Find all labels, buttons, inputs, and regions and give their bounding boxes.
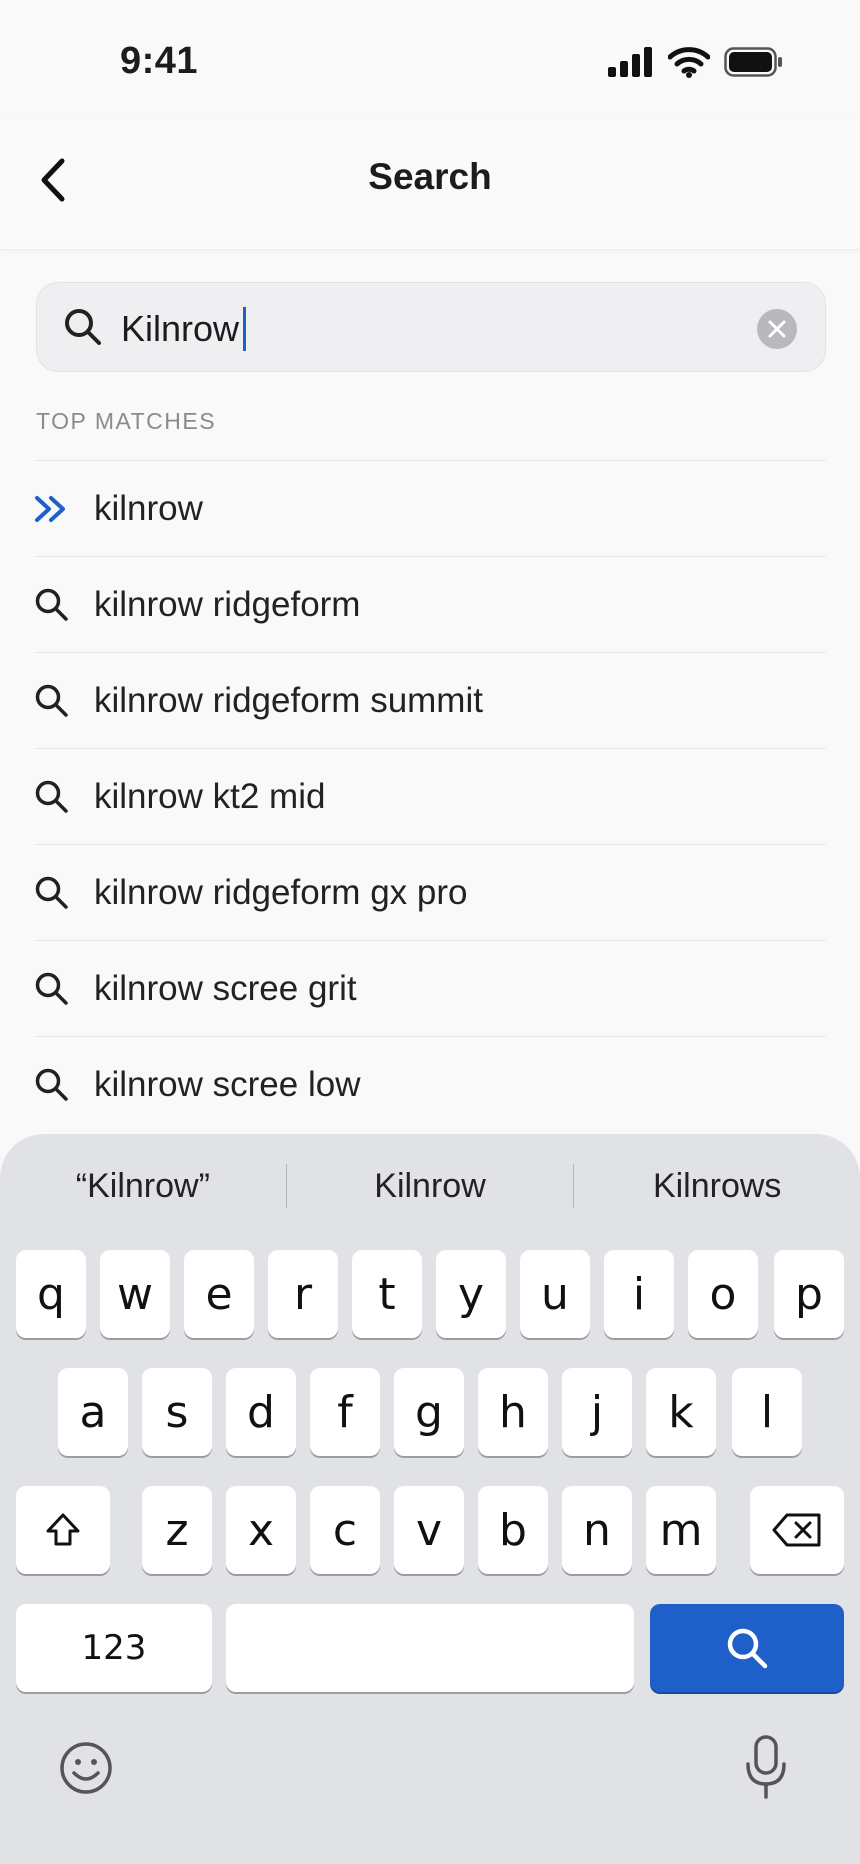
backspace-icon xyxy=(772,1513,821,1547)
key-d[interactable]: d xyxy=(226,1368,296,1456)
list-item-label: kilnrow kt2 mid xyxy=(94,776,326,816)
results-list: kilnrow kilnrow ridgeform kilnrow ridgef… xyxy=(34,460,826,1132)
key-v[interactable]: v xyxy=(394,1486,464,1574)
key-g[interactable]: g xyxy=(394,1368,464,1456)
list-item-label: kilnrow ridgeform summit xyxy=(94,680,483,720)
key-w[interactable]: w xyxy=(100,1250,170,1338)
list-item[interactable]: kilnrow ridgeform summit xyxy=(34,652,826,748)
search-icon xyxy=(34,587,94,623)
key-q[interactable]: q xyxy=(16,1250,86,1338)
key-c[interactable]: c xyxy=(310,1486,380,1574)
wifi-icon xyxy=(668,47,710,78)
list-item[interactable]: kilnrow ridgeform gx pro xyxy=(34,844,826,940)
key-u[interactable]: u xyxy=(520,1250,590,1338)
list-item[interactable]: kilnrow kt2 mid xyxy=(34,748,826,844)
search-icon xyxy=(65,309,101,345)
key-m[interactable]: m xyxy=(646,1486,716,1574)
key-r[interactable]: r xyxy=(268,1250,338,1338)
search-icon xyxy=(34,683,94,719)
key-t[interactable]: t xyxy=(352,1250,422,1338)
list-item-label: kilnrow ridgeform gx pro xyxy=(94,872,468,912)
search-icon xyxy=(34,971,94,1007)
emoji-button[interactable] xyxy=(58,1740,114,1801)
list-item-label: kilnrow xyxy=(94,488,203,528)
key-o[interactable]: o xyxy=(688,1250,758,1338)
key-h[interactable]: h xyxy=(478,1368,548,1456)
delete-key[interactable] xyxy=(750,1486,844,1574)
text-caret xyxy=(243,307,247,351)
double-chevron-right-icon xyxy=(34,494,94,524)
shift-icon xyxy=(46,1513,80,1546)
key-j[interactable]: j xyxy=(562,1368,632,1456)
dictation-button[interactable] xyxy=(744,1734,788,1805)
search-key[interactable] xyxy=(650,1604,844,1692)
status-time: 9:41 xyxy=(120,40,199,82)
keyboard: “Kilnrow” Kilnrow Kilnrows q w e r t y u… xyxy=(0,1134,860,1864)
cellular-signal-icon xyxy=(608,47,652,77)
suggestion-plural[interactable]: Kilnrows xyxy=(574,1167,860,1206)
suggestion-quoted[interactable]: “Kilnrow” xyxy=(0,1167,286,1206)
emoji-icon xyxy=(60,1742,112,1794)
key-l[interactable]: l xyxy=(732,1368,802,1456)
key-f[interactable]: f xyxy=(310,1368,380,1456)
clear-search-button[interactable] xyxy=(757,309,797,349)
predictive-text-bar: “Kilnrow” Kilnrow Kilnrows xyxy=(0,1134,860,1238)
list-item[interactable]: kilnrow scree low xyxy=(34,1036,826,1132)
page-title: Search xyxy=(368,156,492,197)
search-value: Kilnrow xyxy=(121,308,240,349)
key-e[interactable]: e xyxy=(184,1250,254,1338)
search-icon xyxy=(727,1628,768,1669)
key-i[interactable]: i xyxy=(604,1250,674,1338)
search-icon xyxy=(34,875,94,911)
search-icon xyxy=(34,1067,94,1103)
status-icons xyxy=(608,46,784,78)
battery-icon xyxy=(724,47,782,77)
microphone-icon xyxy=(746,1735,786,1799)
key-z[interactable]: z xyxy=(142,1486,212,1574)
key-n[interactable]: n xyxy=(562,1486,632,1574)
status-bar: 9:41 xyxy=(0,0,860,120)
key-x[interactable]: x xyxy=(226,1486,296,1574)
numbers-key[interactable]: 123 xyxy=(16,1604,212,1692)
search-text-field[interactable]: Kilnrow xyxy=(121,307,247,351)
key-k[interactable]: k xyxy=(646,1368,716,1456)
key-s[interactable]: s xyxy=(142,1368,212,1456)
list-item[interactable]: kilnrow ridgeform xyxy=(34,556,826,652)
list-item[interactable]: kilnrow xyxy=(34,460,826,556)
list-item[interactable]: kilnrow scree grit xyxy=(34,940,826,1036)
key-b[interactable]: b xyxy=(478,1486,548,1574)
list-item-label: kilnrow scree grit xyxy=(94,968,357,1008)
search-input[interactable]: Kilnrow xyxy=(36,282,826,372)
list-item-label: kilnrow ridgeform xyxy=(94,584,361,624)
list-item-label: kilnrow scree low xyxy=(94,1064,361,1104)
key-y[interactable]: y xyxy=(436,1250,506,1338)
key-p[interactable]: p xyxy=(774,1250,844,1338)
suggestion-exact[interactable]: Kilnrow xyxy=(287,1167,573,1206)
navigation-bar: Search xyxy=(0,120,860,250)
search-icon xyxy=(34,779,94,815)
section-label: TOP MATCHES xyxy=(36,408,217,434)
space-key[interactable] xyxy=(226,1604,634,1692)
key-a[interactable]: a xyxy=(58,1368,128,1456)
close-icon xyxy=(768,320,786,338)
shift-key[interactable] xyxy=(16,1486,110,1574)
